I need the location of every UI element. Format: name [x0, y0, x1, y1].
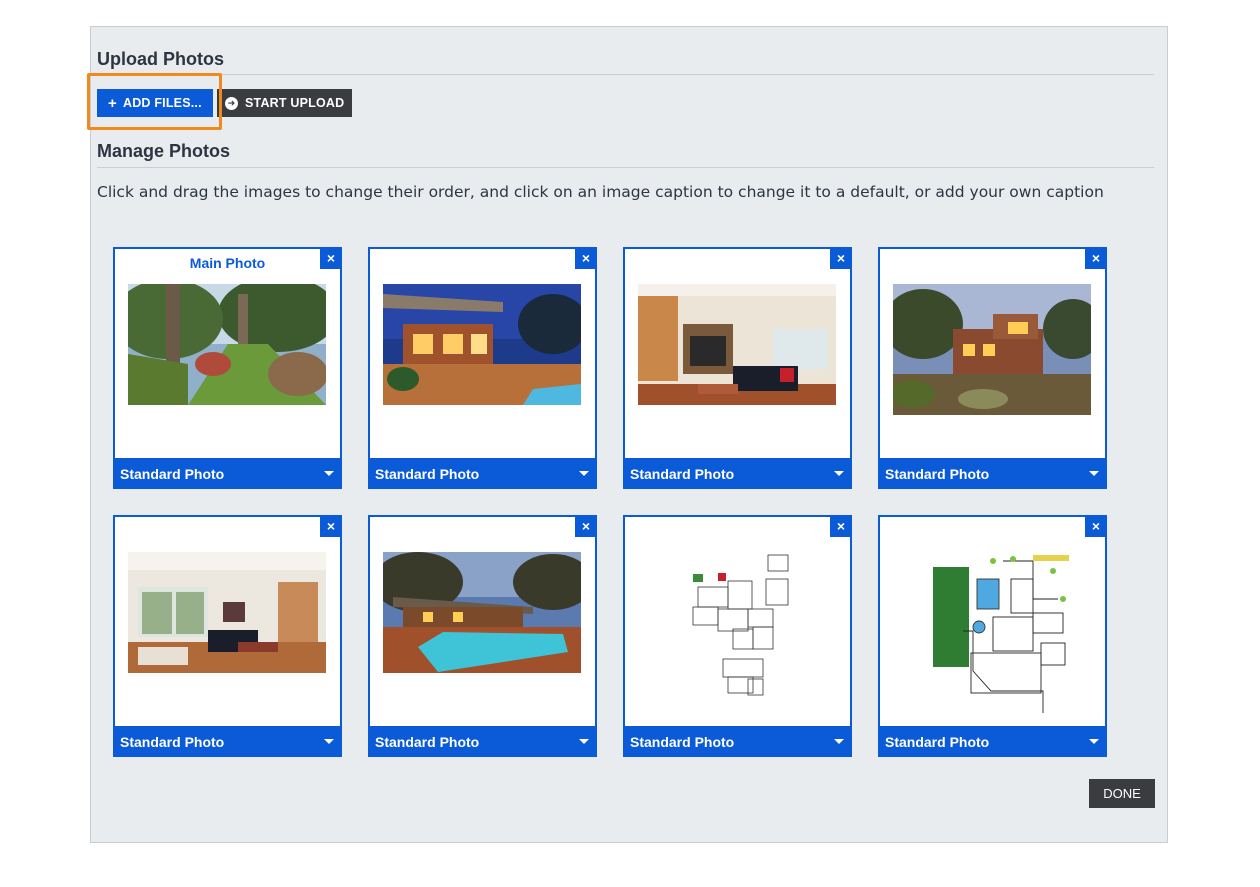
- photo-card[interactable]: × Standard Photo: [368, 247, 597, 489]
- chevron-down-icon: [834, 471, 844, 476]
- photo-card[interactable]: × Standard Photo: [878, 247, 1107, 489]
- caption-label: Standard Photo: [630, 465, 735, 482]
- chevron-down-icon: [324, 739, 334, 744]
- caption-label: Standard Photo: [375, 733, 480, 750]
- caption-label: Standard Photo: [120, 733, 225, 750]
- instructions-text: Click and drag the images to change thei…: [97, 183, 1104, 201]
- caption-dropdown[interactable]: Standard Photo: [878, 458, 1107, 489]
- remove-photo-button[interactable]: ×: [1085, 247, 1107, 269]
- remove-photo-button[interactable]: ×: [320, 515, 342, 537]
- chevron-down-icon: [1089, 471, 1099, 476]
- photo-thumbnail: [383, 552, 581, 673]
- start-upload-button[interactable]: ➜ START UPLOAD: [217, 89, 352, 117]
- caption-dropdown[interactable]: Standard Photo: [113, 726, 342, 757]
- chevron-down-icon: [1089, 739, 1099, 744]
- photo-thumbnail: [893, 284, 1091, 415]
- divider: [97, 74, 1154, 75]
- manage-photos-heading: Manage Photos: [97, 141, 231, 161]
- photo-thumbnail: [383, 284, 581, 405]
- photo-card[interactable]: × Standard Photo: [878, 515, 1107, 757]
- photo-thumbnail: [638, 549, 836, 709]
- arrow-circle-icon: ➜: [225, 96, 238, 110]
- photo-thumbnail: [128, 284, 326, 405]
- divider: [97, 167, 1154, 168]
- chevron-down-icon: [834, 739, 844, 744]
- chevron-down-icon: [579, 739, 589, 744]
- remove-photo-button[interactable]: ×: [575, 247, 597, 269]
- photo-card[interactable]: × Standard Photo: [623, 515, 852, 757]
- caption-label: Standard Photo: [630, 733, 735, 750]
- add-files-label: ADD FILES...: [122, 96, 202, 110]
- remove-photo-button[interactable]: ×: [320, 247, 342, 269]
- caption-dropdown[interactable]: Standard Photo: [878, 726, 1107, 757]
- add-files-button[interactable]: + ADD FILES...: [97, 89, 213, 117]
- remove-photo-button[interactable]: ×: [575, 515, 597, 537]
- remove-photo-button[interactable]: ×: [830, 515, 852, 537]
- photo-thumbnail: [638, 284, 836, 405]
- upload-panel: Upload Photos + ADD FILES... ➜ START UPL…: [87, 26, 1168, 843]
- caption-dropdown[interactable]: Standard Photo: [623, 726, 852, 757]
- done-button[interactable]: DONE: [1089, 779, 1155, 808]
- caption-label: Standard Photo: [375, 465, 480, 482]
- caption-dropdown[interactable]: Standard Photo: [368, 458, 597, 489]
- main-photo-label: Main Photo: [189, 255, 266, 271]
- photo-card[interactable]: × Standard Photo: [113, 515, 342, 757]
- caption-label: Standard Photo: [120, 465, 225, 482]
- caption-dropdown[interactable]: Standard Photo: [113, 458, 342, 489]
- photo-card[interactable]: × Standard Photo: [623, 247, 852, 489]
- remove-photo-button[interactable]: ×: [1085, 515, 1107, 537]
- photo-card[interactable]: Main Photo × Standard Photo: [113, 247, 342, 489]
- caption-label: Standard Photo: [885, 465, 990, 482]
- caption-label: Standard Photo: [885, 733, 990, 750]
- photo-thumbnail: [128, 552, 326, 673]
- photo-thumbnail: [893, 551, 1091, 713]
- chevron-down-icon: [579, 471, 589, 476]
- remove-photo-button[interactable]: ×: [830, 247, 852, 269]
- plus-icon: +: [108, 94, 117, 112]
- photo-card[interactable]: × Standard Photo: [368, 515, 597, 757]
- caption-dropdown[interactable]: Standard Photo: [368, 726, 597, 757]
- upload-photos-heading: Upload Photos: [97, 49, 224, 69]
- chevron-down-icon: [324, 471, 334, 476]
- start-upload-label: START UPLOAD: [245, 96, 345, 110]
- caption-dropdown[interactable]: Standard Photo: [623, 458, 852, 489]
